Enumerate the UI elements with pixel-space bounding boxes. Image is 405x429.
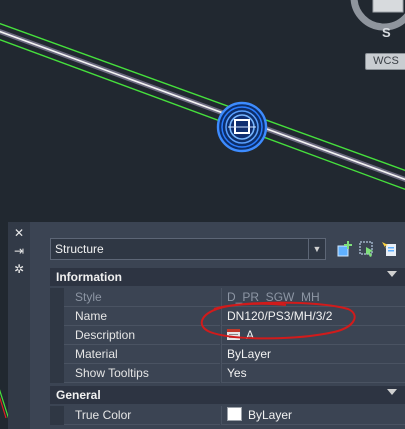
- pipe-outer-edge-bottom[interactable]: [0, 36, 405, 193]
- description-text-icon: [227, 329, 240, 340]
- property-row-material[interactable]: Material ByLayer: [50, 345, 405, 364]
- property-value-description[interactable]: A: [221, 326, 405, 345]
- property-name: Description: [64, 326, 220, 345]
- property-row-true-color[interactable]: True Color ByLayer: [50, 406, 405, 425]
- compass-south-label[interactable]: S: [382, 25, 391, 40]
- section-general-title: General: [56, 388, 101, 402]
- select-objects-icon[interactable]: [358, 240, 376, 258]
- autohide-icon[interactable]: ⇥: [12, 244, 26, 258]
- property-row-name[interactable]: Name DN120/PS3/MH/3/2: [50, 307, 405, 326]
- section-information-header[interactable]: Information: [50, 268, 405, 286]
- toggle-pickadd-icon[interactable]: [336, 240, 354, 258]
- property-value-text: A: [246, 328, 255, 342]
- property-value[interactable]: Yes: [221, 364, 405, 383]
- properties-menu-icon[interactable]: ✲: [12, 262, 26, 276]
- object-type-dropdown[interactable]: Structure ▼: [50, 238, 326, 260]
- property-name: Name: [64, 307, 220, 326]
- ucs-menu-button[interactable]: WCS: [365, 53, 405, 70]
- property-value[interactable]: DN120/PS3/MH/3/2: [221, 307, 405, 326]
- quick-select-icon[interactable]: [380, 240, 398, 258]
- property-value-true-color[interactable]: ByLayer: [221, 406, 405, 425]
- property-value-text: ByLayer: [248, 408, 293, 422]
- property-name: True Color: [64, 406, 220, 425]
- pipe-outer-edge-top[interactable]: [0, 20, 405, 174]
- palette-body: Structure ▼ Information Style D_PR_SGW_M…: [30, 222, 405, 429]
- viewcube-compass[interactable]: [350, 0, 405, 31]
- property-name: Show Tooltips: [64, 364, 220, 383]
- properties-palette: ✕ ⇥ ✲ Structure ▼ Information Style D_PR…: [8, 222, 405, 429]
- object-type-value: Structure: [55, 242, 104, 256]
- color-swatch-icon: [227, 407, 242, 421]
- property-value[interactable]: ByLayer: [221, 345, 405, 364]
- chevron-down-icon[interactable]: ▼: [308, 239, 325, 259]
- property-row-description[interactable]: Description A: [50, 326, 405, 345]
- close-icon[interactable]: ✕: [12, 226, 26, 240]
- property-name: Material: [64, 345, 220, 364]
- section-general-header[interactable]: General: [50, 386, 405, 404]
- property-row-style[interactable]: Style D_PR_SGW_MH: [50, 288, 405, 307]
- section-information-title: Information: [56, 270, 122, 284]
- property-name: Style: [64, 288, 220, 307]
- collapse-caret-icon[interactable]: [387, 389, 397, 395]
- manhole-structure[interactable]: [216, 101, 268, 153]
- palette-title-strip: ✕ ⇥ ✲: [8, 222, 31, 429]
- property-row-show-tooltips[interactable]: Show Tooltips Yes: [50, 364, 405, 383]
- collapse-caret-icon[interactable]: [387, 271, 397, 277]
- property-value[interactable]: D_PR_SGW_MH: [221, 288, 405, 307]
